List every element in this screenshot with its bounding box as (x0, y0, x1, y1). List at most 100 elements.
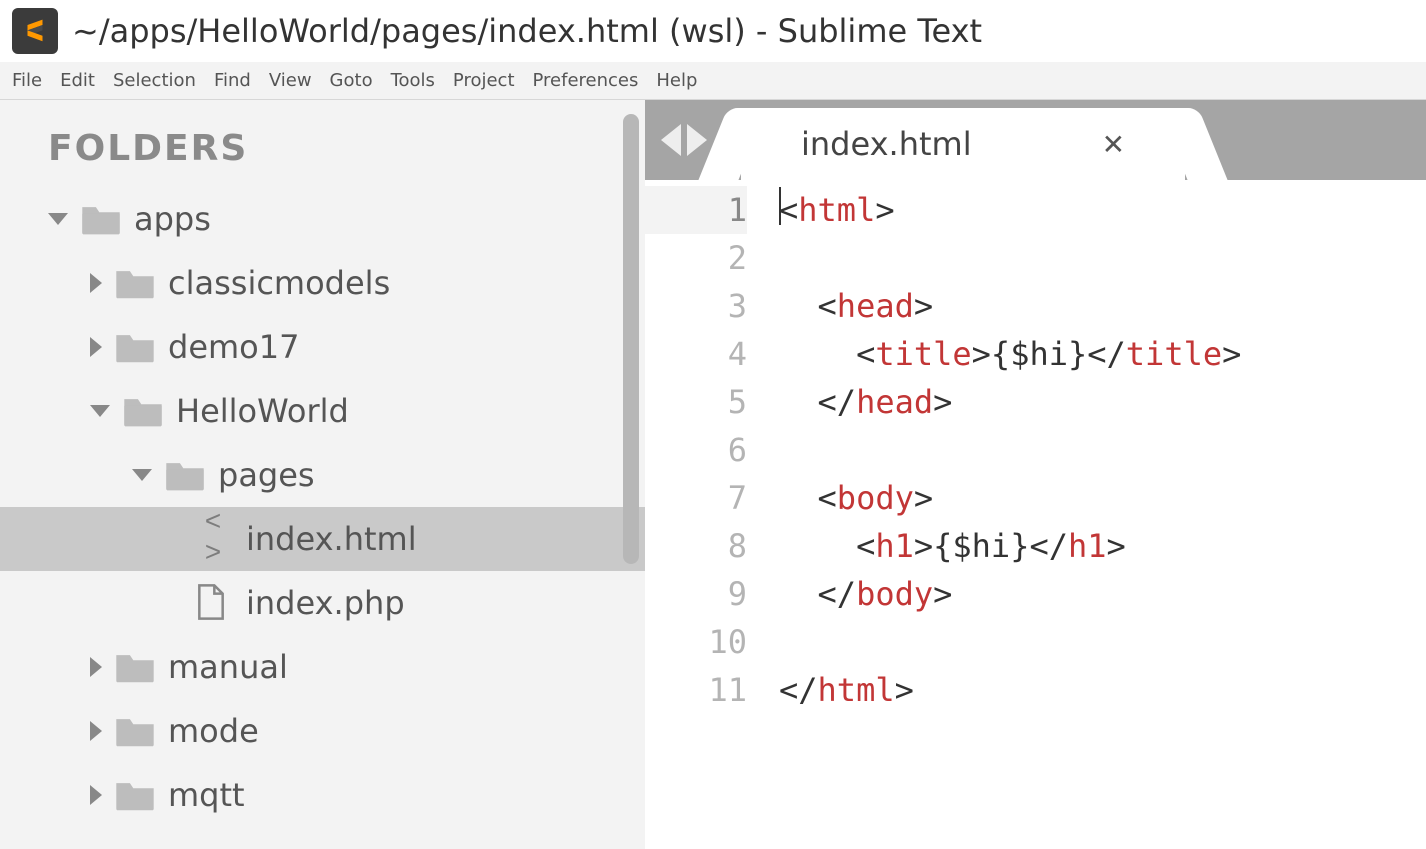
line-number: 1 (645, 186, 747, 234)
editor-pane: index.html ✕ 1234567891011 <html> <head>… (645, 100, 1426, 849)
menu-item-goto[interactable]: Goto (322, 66, 381, 95)
disclosure-right-icon[interactable] (90, 273, 102, 293)
tab-nav-forward-icon[interactable] (687, 124, 707, 156)
line-number: 10 (645, 618, 747, 666)
token-punct: </ (818, 575, 857, 613)
folder-item-demo17[interactable]: demo17 (0, 315, 645, 379)
menu-item-find[interactable]: Find (206, 66, 259, 95)
tab-label: index.html (801, 125, 972, 163)
folder-item-mode[interactable]: mode (0, 699, 645, 763)
code-line[interactable] (779, 234, 1241, 282)
folder-icon (80, 202, 122, 236)
disclosure-down-icon[interactable] (132, 469, 152, 481)
code-line[interactable]: <head> (779, 282, 1241, 330)
token-punct: > (914, 287, 933, 325)
code-line[interactable] (779, 618, 1241, 666)
code-line[interactable]: </head> (779, 378, 1241, 426)
file-icon (196, 583, 232, 623)
token-punct: > (1222, 335, 1241, 373)
token-punct: < (779, 191, 798, 229)
tree-item-label: apps (134, 200, 211, 238)
disclosure-right-icon[interactable] (90, 657, 102, 677)
sidebar-heading: FOLDERS (0, 118, 645, 187)
tree-item-label: classicmodels (168, 264, 390, 302)
disclosure-right-icon[interactable] (90, 785, 102, 805)
code-line[interactable]: <title>{$hi}</title> (779, 330, 1241, 378)
code-line[interactable]: </html> (779, 666, 1241, 714)
line-number: 6 (645, 426, 747, 474)
line-number: 5 (645, 378, 747, 426)
token-tagname: body (856, 575, 933, 613)
code-line[interactable]: <html> (779, 186, 1241, 234)
token-tagname: html (798, 191, 875, 229)
code-file-icon: < > (196, 508, 232, 570)
app-icon (12, 8, 58, 54)
menu-item-project[interactable]: Project (445, 66, 523, 95)
token-punct: < (856, 527, 875, 565)
tab-close-icon[interactable]: ✕ (1102, 128, 1125, 161)
folder-icon (114, 778, 156, 812)
token-punct: > (914, 527, 933, 565)
disclosure-down-icon[interactable] (90, 405, 110, 417)
tree-item-label: pages (218, 456, 315, 494)
token-punct: </ (818, 383, 857, 421)
line-number: 9 (645, 570, 747, 618)
token-punct: </ (779, 671, 818, 709)
code-line[interactable] (779, 426, 1241, 474)
menu-item-edit[interactable]: Edit (52, 66, 103, 95)
tab-nav-back-icon[interactable] (661, 124, 681, 156)
folder-icon (114, 266, 156, 300)
menu-item-tools[interactable]: Tools (383, 66, 443, 95)
token-punct: > (895, 671, 914, 709)
token-text (779, 479, 818, 517)
folder-item-mqtt[interactable]: mqtt (0, 763, 645, 827)
file-item-index-php[interactable]: index.php (0, 571, 645, 635)
code-area[interactable]: <html> <head> <title>{$hi}</title> </hea… (779, 180, 1241, 849)
token-text: {$hi} (933, 527, 1029, 565)
tree-item-label: index.php (246, 584, 405, 622)
token-text: {$hi} (991, 335, 1087, 373)
tree-item-label: manual (168, 648, 288, 686)
token-tagname: body (837, 479, 914, 517)
menu-item-view[interactable]: View (261, 66, 320, 95)
token-punct: </ (1087, 335, 1126, 373)
folder-item-manual[interactable]: manual (0, 635, 645, 699)
line-number: 11 (645, 666, 747, 714)
token-punct: > (1107, 527, 1126, 565)
disclosure-down-icon[interactable] (48, 213, 68, 225)
token-tagname: html (818, 671, 895, 709)
tabbar: index.html ✕ (645, 100, 1426, 180)
token-punct: < (856, 335, 875, 373)
token-punct: < (818, 287, 837, 325)
folder-item-helloworld[interactable]: HelloWorld (0, 379, 645, 443)
token-text (779, 527, 856, 565)
tab-active[interactable]: index.html ✕ (741, 108, 1185, 180)
code-line[interactable]: <h1>{$hi}</h1> (779, 522, 1241, 570)
line-number: 8 (645, 522, 747, 570)
menu-item-file[interactable]: File (4, 66, 50, 95)
line-number: 3 (645, 282, 747, 330)
folder-item-classicmodels[interactable]: classicmodels (0, 251, 645, 315)
disclosure-right-icon[interactable] (90, 337, 102, 357)
token-punct: > (875, 191, 894, 229)
code-line[interactable]: </body> (779, 570, 1241, 618)
menu-item-selection[interactable]: Selection (105, 66, 204, 95)
folder-icon (114, 714, 156, 748)
menu-item-preferences[interactable]: Preferences (525, 66, 647, 95)
disclosure-right-icon[interactable] (90, 721, 102, 741)
tree-item-label: mqtt (168, 776, 245, 814)
code-line[interactable]: <body> (779, 474, 1241, 522)
workspace: FOLDERS apps classicmodels demo17HelloWorl… (0, 100, 1426, 849)
file-item-index-html[interactable]: < >index.html (0, 507, 645, 571)
token-punct: </ (1029, 527, 1068, 565)
menu-item-help[interactable]: Help (648, 66, 705, 95)
titlebar: ~/apps/HelloWorld/pages/index.html (wsl)… (0, 0, 1426, 62)
sublime-logo-icon (20, 16, 50, 46)
sidebar-scrollbar[interactable] (623, 114, 639, 564)
folder-item-apps[interactable]: apps (0, 187, 645, 251)
editor-body[interactable]: 1234567891011 <html> <head> <title>{$hi}… (645, 180, 1426, 849)
folder-item-pages[interactable]: pages (0, 443, 645, 507)
token-text (779, 383, 818, 421)
line-number: 4 (645, 330, 747, 378)
folder-icon (114, 650, 156, 684)
